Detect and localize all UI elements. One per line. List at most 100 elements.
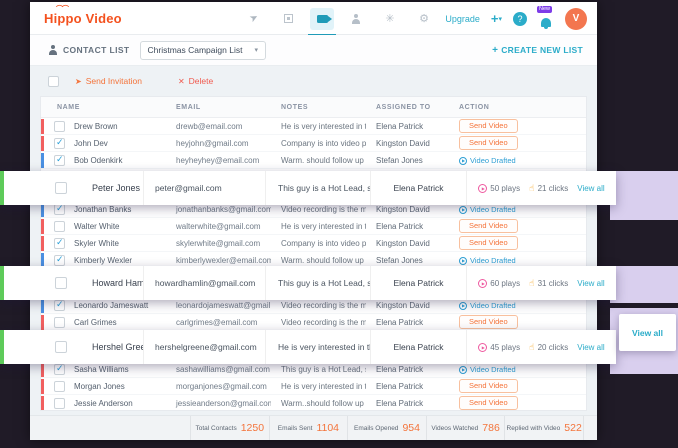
video-camera-icon[interactable] — [310, 8, 334, 30]
clicks-stat: ☝20 clicks — [529, 342, 568, 353]
click-icon: ☝ — [529, 342, 534, 353]
clicks-stat: ☝31 clicks — [529, 278, 568, 289]
top-navigation-bar: Hippo Video ➤ ✳ ⚙ Upgrade +▾ ? New V — [30, 2, 597, 35]
upgrade-link[interactable]: Upgrade — [445, 14, 480, 24]
video-drafted-link[interactable]: ▶Video Drafted — [459, 301, 516, 310]
send-video-button[interactable]: ▶Send Video — [459, 396, 518, 410]
select-all-checkbox[interactable] — [48, 76, 59, 87]
send-video-button[interactable]: ▶Send Video — [459, 315, 518, 329]
list-selector-dropdown[interactable]: Christmas Campaign List ▾ — [140, 41, 266, 60]
stat-emails-sent: Emails Sent1104 — [269, 416, 348, 440]
stat-emails-opened: Emails Opened954 — [347, 416, 426, 440]
table-row[interactable]: Jessie Anderson jessieanderson@gmail.com… — [41, 395, 586, 411]
plays-stat: ▶45 plays — [478, 343, 520, 352]
bell-icon — [541, 18, 551, 27]
row-checkbox[interactable] — [54, 300, 65, 311]
view-all-link[interactable]: View all — [577, 184, 604, 193]
row-checkbox[interactable] — [55, 341, 67, 353]
video-drafted-link[interactable]: ▶Video Drafted — [459, 256, 516, 265]
delete-icon: ✕ — [178, 77, 185, 86]
video-drafted-link[interactable]: ▶Video Drafted — [459, 205, 516, 214]
integrations-icon[interactable]: ✳ — [378, 8, 402, 30]
row-checkbox[interactable] — [54, 138, 65, 149]
row-checkbox[interactable] — [55, 277, 67, 289]
play-icon: ▶ — [459, 257, 467, 265]
desktop-background: Hippo Video ➤ ✳ ⚙ Upgrade +▾ ? New V — [0, 0, 678, 448]
highlighted-contact-row[interactable]: Hershel Greene hershelgreene@gmail.com H… — [0, 330, 616, 364]
contact-list-header: CONTACT LIST Christmas Campaign List ▾ +… — [30, 35, 597, 66]
view-all-link[interactable]: View all — [577, 343, 604, 352]
notifications-button[interactable]: New — [538, 8, 554, 30]
row-checkbox[interactable] — [54, 221, 65, 232]
send-icon: ➤ — [75, 77, 82, 86]
table-row[interactable]: Skyler White skylerwhite@gmail.com Compa… — [41, 235, 586, 252]
table-row[interactable]: Morgan Jones morganjones@gmail.com He is… — [41, 378, 586, 395]
screen-record-icon[interactable] — [276, 8, 300, 30]
row-checkbox[interactable] — [54, 255, 65, 266]
view-all-popover[interactable]: View all — [619, 314, 676, 351]
play-icon: ▶ — [459, 157, 467, 165]
send-invitation-button[interactable]: ➤ Send Invitation — [75, 76, 142, 86]
add-new-button[interactable]: +▾ — [491, 11, 502, 26]
top-right-controls: Upgrade +▾ ? New V — [445, 2, 587, 35]
contact-list-label: CONTACT LIST — [48, 45, 130, 55]
contacts-icon[interactable] — [344, 8, 368, 30]
table-header-row: NAME EMAIL NOTES ASSIGNED TO ACTION — [41, 97, 586, 118]
summary-stats-bar: Total Contacts1250 Emails Sent1104 Email… — [30, 415, 597, 440]
user-avatar[interactable]: V — [565, 8, 587, 30]
contact-list-icon — [48, 45, 58, 55]
table-row[interactable]: Carl Grimes carlgrimes@email.com Video r… — [41, 314, 586, 331]
play-icon: ▶ — [459, 366, 467, 374]
play-icon: ▶ — [478, 279, 487, 288]
chevron-down-icon: ▾ — [498, 16, 502, 23]
new-badge: New — [537, 6, 552, 14]
send-video-button[interactable]: ▶Send Video — [459, 219, 518, 233]
chevron-down-icon: ▾ — [254, 46, 258, 54]
main-nav-icons: ➤ ✳ ⚙ — [242, 2, 436, 35]
row-checkbox[interactable] — [54, 381, 65, 392]
video-drafted-link[interactable]: ▶Video Drafted — [459, 156, 516, 165]
create-new-list-button[interactable]: +CREATE NEW LIST — [492, 45, 583, 56]
row-checkbox[interactable] — [55, 182, 67, 194]
click-icon: ☝ — [529, 183, 534, 194]
table-row[interactable]: Walter White walterwhite@gmail.com He is… — [41, 218, 586, 235]
plays-stat: ▶60 plays — [478, 279, 520, 288]
send-video-button[interactable]: ▶Send Video — [459, 236, 518, 250]
play-icon: ▶ — [478, 343, 487, 352]
view-all-link[interactable]: View all — [577, 279, 604, 288]
table-row[interactable]: Drew Brown drewb@email.com He is very in… — [41, 118, 586, 135]
bulk-actions-toolbar: ➤ Send Invitation ✕ Delete — [40, 66, 587, 96]
row-checkbox[interactable] — [54, 364, 65, 375]
row-checkbox[interactable] — [54, 238, 65, 249]
row-checkbox[interactable] — [54, 204, 65, 215]
stat-total-contacts: Total Contacts1250 — [190, 416, 269, 440]
click-icon: ☝ — [529, 278, 534, 289]
table-row[interactable]: John Dev heyjohn@gmail.com Company is in… — [41, 135, 586, 152]
row-checkbox[interactable] — [54, 121, 65, 132]
video-drafted-link[interactable]: ▶Video Drafted — [459, 365, 516, 374]
highlight-backdrop — [610, 266, 678, 303]
hippo-video-logo[interactable]: Hippo Video — [44, 11, 122, 26]
settings-gear-icon[interactable]: ⚙ — [412, 8, 436, 30]
app-window: Hippo Video ➤ ✳ ⚙ Upgrade +▾ ? New V — [30, 2, 597, 440]
plays-stat: ▶50 plays — [478, 184, 520, 193]
row-checkbox[interactable] — [54, 155, 65, 166]
clicks-stat: ☝21 clicks — [529, 183, 568, 194]
highlighted-contact-row[interactable]: Howard Hamlin howardhamlin@gmail.com Thi… — [0, 266, 616, 300]
row-checkbox[interactable] — [54, 398, 65, 409]
paper-plane-icon[interactable]: ➤ — [242, 8, 266, 30]
help-button[interactable]: ? — [513, 12, 527, 26]
plus-icon: + — [492, 45, 498, 56]
send-video-button[interactable]: ▶Send Video — [459, 379, 518, 393]
stat-videos-watched: Videos Watched786 — [426, 416, 505, 440]
play-icon: ▶ — [459, 302, 467, 310]
play-icon: ▶ — [459, 206, 467, 214]
stat-replied-with-video: Replied with Video522 — [504, 416, 583, 440]
send-video-button[interactable]: ▶Send Video — [459, 119, 518, 133]
delete-button[interactable]: ✕ Delete — [178, 76, 213, 86]
highlighted-contact-row[interactable]: Peter Jones peter@gmail.com This guy is … — [0, 171, 616, 205]
table-row[interactable]: Bob Odenkirk heyheyhey@email.com Warm. s… — [41, 152, 586, 169]
row-checkbox[interactable] — [54, 317, 65, 328]
highlight-backdrop — [610, 171, 678, 220]
send-video-button[interactable]: ▶Send Video — [459, 136, 518, 150]
